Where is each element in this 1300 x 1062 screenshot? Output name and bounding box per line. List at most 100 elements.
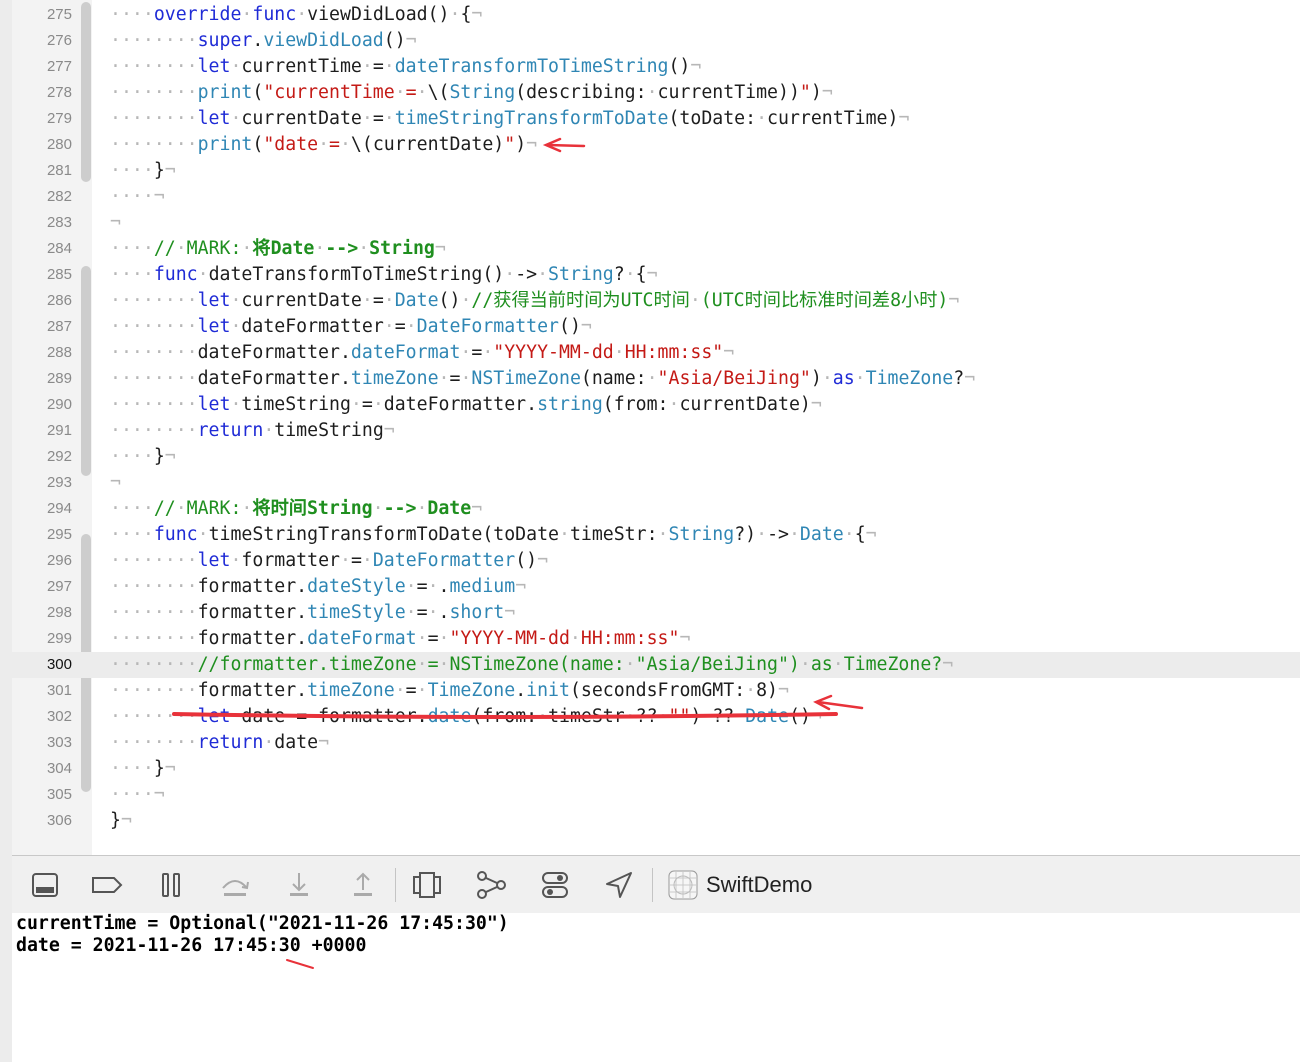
code-token: formatter. bbox=[197, 602, 308, 623]
code-token: let bbox=[197, 108, 231, 129]
code-line[interactable]: 277 ········let·currentTime·=·dateTransfo… bbox=[12, 54, 1300, 80]
code-line[interactable]: 300 ········//formatter.timeZone·=·NSTime… bbox=[12, 652, 1300, 678]
code-line[interactable]: 297 ········formatter.dateStyle·=·.medium… bbox=[12, 574, 1300, 600]
code-line[interactable]: 291 ········return·timeString¬ bbox=[12, 418, 1300, 444]
line-number: 305 bbox=[46, 786, 72, 803]
code-token: String bbox=[668, 524, 735, 545]
console-output[interactable]: currentTime = Optional("2021-11-26 17:45… bbox=[12, 913, 1300, 1062]
code-text: ········let·currentTime·=·dateTransformT… bbox=[110, 54, 701, 80]
code-token: { bbox=[635, 264, 647, 285]
code-line[interactable]: 279 ········let·currentDate·=·timeStringT… bbox=[12, 106, 1300, 132]
code-token: dateFormat bbox=[307, 628, 417, 649]
debug-view-hierarchy-button[interactable] bbox=[410, 868, 444, 902]
code-token: = bbox=[449, 368, 461, 389]
code-line[interactable]: 293 ¬ bbox=[12, 470, 1300, 496]
code-line[interactable]: 278 ········print("currentTime·=·\(String… bbox=[12, 80, 1300, 106]
code-line[interactable]: 282 ····¬ bbox=[12, 184, 1300, 210]
code-token: ? bbox=[953, 368, 965, 389]
code-token: · bbox=[624, 654, 636, 675]
code-token: let bbox=[197, 316, 231, 337]
code-token: ¬ bbox=[434, 238, 446, 259]
code-line[interactable]: 288 ········dateFormatter.dateFormat·=·"Y… bbox=[12, 340, 1300, 366]
code-token: MARK: bbox=[186, 238, 242, 259]
code-text: ····//·MARK:·将时间String·-->·Date¬ bbox=[110, 496, 482, 522]
code-token: "" bbox=[668, 706, 691, 727]
code-line[interactable]: 304 ····}¬ bbox=[12, 756, 1300, 782]
code-token: · bbox=[624, 264, 636, 285]
code-token: ¬ bbox=[898, 108, 910, 129]
step-over-button[interactable] bbox=[218, 868, 252, 902]
code-token: = bbox=[372, 108, 384, 129]
code-line[interactable]: 275 ····override·func·viewDidLoad()·{¬ bbox=[12, 2, 1300, 28]
debug-memory-graph-button[interactable] bbox=[474, 868, 508, 902]
code-token: . bbox=[515, 680, 527, 701]
code-token: ?) bbox=[734, 524, 757, 545]
code-token: ········ bbox=[110, 30, 198, 51]
code-line[interactable]: 298 ········formatter.timeStyle·=·.short¬ bbox=[12, 600, 1300, 626]
code-text: ········let·currentDate·=·timeStringTran… bbox=[110, 106, 909, 132]
code-line[interactable]: 287 ········let·dateFormatter·=·DateForma… bbox=[12, 314, 1300, 340]
code-line[interactable]: 284 ····//·MARK:·将Date·-->·String¬ bbox=[12, 236, 1300, 262]
code-line[interactable]: 294 ····//·MARK:·将时间String·-->·Date¬ bbox=[12, 496, 1300, 522]
code-token: 将Date bbox=[252, 238, 315, 259]
code-line[interactable]: 285 ····func·dateTransformToTimeString()·… bbox=[12, 262, 1300, 288]
code-line[interactable]: 292 ····}¬ bbox=[12, 444, 1300, 470]
step-into-button[interactable] bbox=[282, 868, 316, 902]
code-token: dateFormat bbox=[350, 342, 461, 363]
code-line[interactable]: 280 ········print("date·=·\(currentDate)"… bbox=[12, 132, 1300, 158]
code-line[interactable]: 289 ········dateFormatter.timeZone·=·NSTi… bbox=[12, 366, 1300, 392]
code-text: ········//formatter.timeZone·=·NSTimeZon… bbox=[110, 652, 953, 678]
code-token: let bbox=[197, 56, 231, 77]
code-token: · bbox=[372, 498, 384, 519]
code-token: " bbox=[504, 134, 516, 155]
code-line[interactable]: 306}¬ bbox=[12, 808, 1300, 834]
code-line[interactable]: 305 ····¬ bbox=[12, 782, 1300, 808]
code-text: ¬ bbox=[110, 470, 121, 496]
code-line[interactable]: 302 ········let·date·=·formatter.date(fro… bbox=[12, 704, 1300, 730]
code-token: ····¬ bbox=[110, 186, 165, 207]
code-token: · bbox=[799, 654, 811, 675]
code-token: ¬ bbox=[942, 654, 954, 675]
code-token: = bbox=[350, 550, 362, 571]
code-token: ¬ bbox=[821, 82, 833, 103]
code-token: date bbox=[274, 732, 319, 753]
code-line[interactable]: 281 ····}¬ bbox=[12, 158, 1300, 184]
code-line[interactable]: 283 ¬ bbox=[12, 210, 1300, 236]
code-token: · bbox=[668, 394, 680, 415]
code-line[interactable]: 276 ········super.viewDidLoad()¬ bbox=[12, 28, 1300, 54]
code-token: MARK: bbox=[186, 498, 242, 519]
toggle-breakpoints-button[interactable] bbox=[90, 868, 124, 902]
code-text: ········let·dateFormatter·=·DateFormatte… bbox=[110, 314, 592, 340]
code-line[interactable]: 286 ········let·currentDate·=·Date()·//获得… bbox=[12, 288, 1300, 314]
code-token: ¬ bbox=[110, 212, 121, 233]
code-token: · bbox=[854, 368, 866, 389]
scheme-name[interactable]: SwiftDemo bbox=[706, 870, 812, 900]
code-token: // bbox=[153, 498, 176, 519]
step-out-button[interactable] bbox=[346, 868, 380, 902]
code-token: formatter bbox=[241, 550, 340, 571]
simulate-location-button[interactable] bbox=[602, 868, 636, 902]
code-token: (secondsFromGMT: bbox=[569, 680, 746, 701]
code-token: currentDate) bbox=[679, 394, 811, 415]
code-token: dateFormatter bbox=[241, 316, 384, 337]
code-token: = bbox=[329, 134, 340, 155]
source-editor[interactable]: 275 ····override·func·viewDidLoad()·{¬ 276… bbox=[12, 0, 1300, 855]
code-token: ········ bbox=[110, 316, 198, 337]
code-line[interactable]: 303 ········return·date¬ bbox=[12, 730, 1300, 756]
hide-debug-area-button[interactable] bbox=[28, 868, 62, 902]
code-token: timeStringTransformToDate bbox=[394, 108, 669, 129]
code-line[interactable]: 295 ····func·timeStringTransformToDate(to… bbox=[12, 522, 1300, 548]
code-token: (from: bbox=[602, 394, 669, 415]
pause-button[interactable] bbox=[154, 868, 188, 902]
code-line[interactable]: 301 ········formatter.timeZone·=·TimeZone… bbox=[12, 678, 1300, 704]
code-token: · bbox=[383, 56, 395, 77]
environment-overrides-button[interactable] bbox=[538, 868, 572, 902]
code-token: · bbox=[339, 550, 351, 571]
code-token: --> bbox=[325, 238, 359, 259]
code-token: · bbox=[241, 238, 253, 259]
code-line[interactable]: 290 ········let·timeString·=·dateFormatte… bbox=[12, 392, 1300, 418]
code-token: · bbox=[416, 82, 428, 103]
code-line[interactable]: 299 ········formatter.dateFormat·=·"YYYY-… bbox=[12, 626, 1300, 652]
scheme-selector[interactable] bbox=[666, 868, 700, 902]
code-line[interactable]: 296 ········let·formatter·=·DateFormatter… bbox=[12, 548, 1300, 574]
